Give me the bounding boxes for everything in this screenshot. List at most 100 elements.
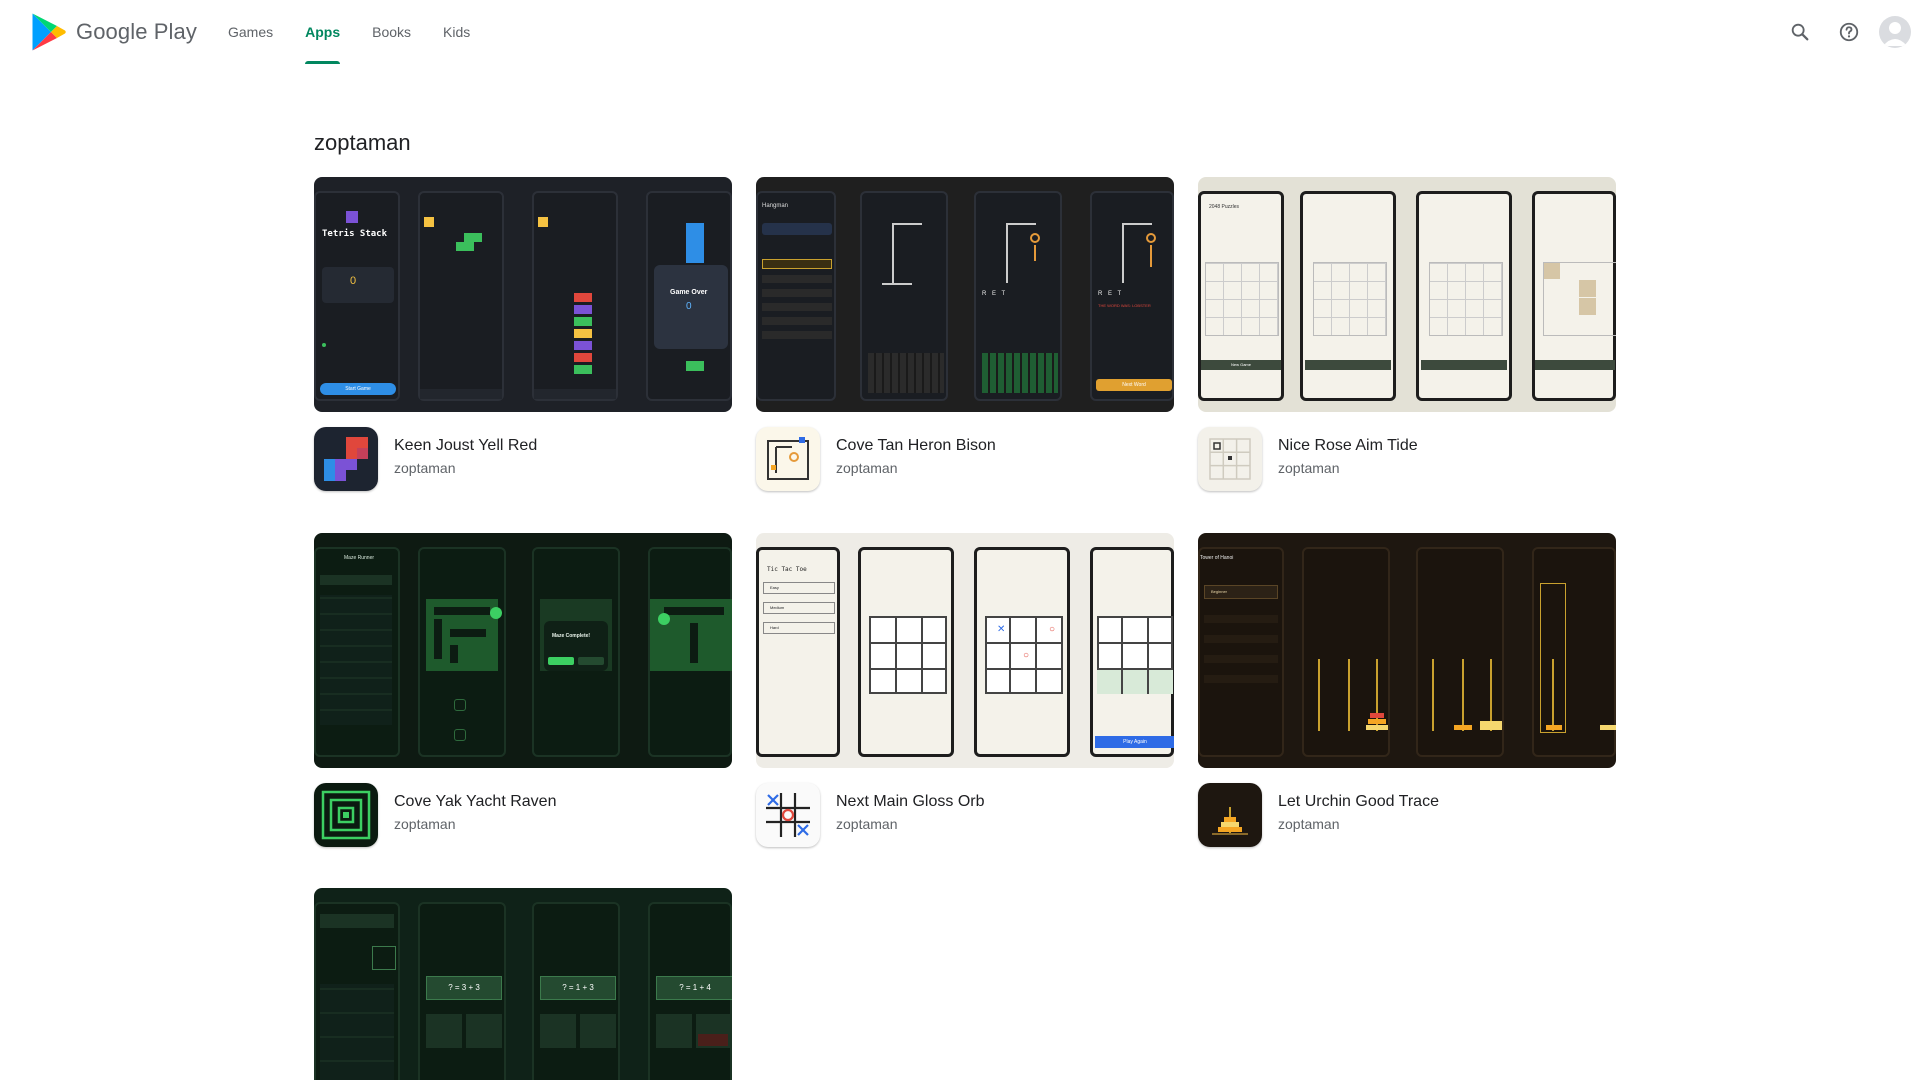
account-avatar[interactable] [1879, 16, 1911, 48]
screenshot-phone [1300, 191, 1396, 401]
app-card[interactable]: 2048 Puzzles New Game Nice Rose Aim Tide… [1198, 177, 1616, 493]
screenshot-phone: R E T THE WORD WAS: LOBSTER Next Word [1090, 191, 1174, 401]
screenshot-phone [858, 547, 954, 757]
top-bar: Google Play Games Apps Books Kids [0, 0, 1920, 64]
screenshot-phone: Maze Complete! [532, 547, 620, 757]
app-info: Next Main Gloss Orb zoptaman [756, 783, 1174, 849]
hanoi-tower-icon [1212, 807, 1248, 835]
screenshot-phone: ? = 1 + 3 [532, 902, 620, 1080]
hanoi-level: Beginner [1204, 585, 1278, 599]
app-icon [314, 427, 378, 491]
screenshot-phone [860, 191, 948, 401]
screenshot-phone [1416, 547, 1504, 757]
play-again-button: Play Again [1095, 736, 1174, 748]
maze-title: Maze Runner [344, 555, 375, 561]
app-banner: Tic Tac Toe Easy Medium Hard ✕ ○ ○ Play … [756, 533, 1174, 768]
app-card[interactable]: Tower of Hanoi Beginner Let Urchin Good … [1198, 533, 1616, 849]
hangman-word: R E T [1098, 291, 1124, 297]
nav-books[interactable]: Books [356, 0, 427, 64]
nav-kids[interactable]: Kids [427, 0, 486, 64]
screenshot-phone [648, 547, 732, 757]
screenshot-phone: Tower of Hanoi Beginner [1198, 547, 1284, 757]
app-title: Keen Joust Yell Red [394, 437, 538, 454]
app-developer: zoptaman [1278, 460, 1340, 476]
ttt-title: Tic Tac Toe [767, 566, 807, 573]
app-icon [756, 783, 820, 847]
next-word-button: Next Word [1096, 379, 1172, 391]
screenshot-phone: ✕ ○ ○ [974, 547, 1070, 757]
app-title: Cove Yak Yacht Raven [394, 793, 557, 810]
math-question: ? = 3 + 3 [426, 976, 502, 1000]
app-card[interactable]: ? = 3 + 3 ? = 1 + 3 ? = 1 + 4 [314, 888, 732, 1080]
app-developer: zoptaman [1278, 816, 1340, 832]
nav-games[interactable]: Games [212, 0, 289, 64]
app-info: Cove Tan Heron Bison zoptaman [756, 427, 1174, 493]
screenshot-phone [314, 902, 400, 1080]
person-icon [1883, 22, 1907, 46]
app-card[interactable]: Tic Tac Toe Easy Medium Hard ✕ ○ ○ Play … [756, 533, 1174, 849]
screenshot-phone: ? = 3 + 3 [418, 902, 506, 1080]
screenshot-phone: Maze Runner [314, 547, 400, 757]
nav-apps[interactable]: Apps [289, 0, 356, 64]
app-title: Cove Tan Heron Bison [836, 437, 996, 454]
screenshot-phone: 2048 Puzzles New Game [1198, 191, 1284, 401]
screenshot-phone: R E T [974, 191, 1062, 401]
screenshot-phone: ? = 1 + 4 [648, 902, 732, 1080]
help-button[interactable] [1833, 16, 1865, 48]
app-banner: Hangman R E T R E T THE WORD WAS: LOBSTE… [756, 177, 1174, 412]
tetris-blocks-icon [324, 437, 368, 481]
search-icon [1791, 23, 1809, 41]
hanoi-title: Tower of Hanoi [1200, 555, 1234, 561]
google-play-logo[interactable]: Google Play [31, 13, 197, 51]
app-icon [314, 783, 378, 847]
new-game-button: New Game [1201, 360, 1281, 370]
hangman-gallows-icon [767, 437, 809, 480]
app-title: Next Main Gloss Orb [836, 793, 985, 810]
app-developer: zoptaman [394, 460, 456, 476]
screenshot-phone [1532, 547, 1616, 757]
grid-puzzle-icon [1209, 438, 1251, 480]
app-banner: 2048 Puzzles New Game [1198, 177, 1616, 412]
app-card[interactable]: Tetris Stack 0 Start Game Game Over 0 Ke… [314, 177, 732, 493]
screenshot-phone [1416, 191, 1512, 401]
app-icon [756, 427, 820, 491]
ttt-easy: Easy [763, 582, 835, 594]
app-title: Nice Rose Aim Tide [1278, 437, 1418, 454]
screenshot-phone: Tic Tac Toe Easy Medium Hard [756, 547, 840, 757]
screenshot-phone: Play Again [1090, 547, 1174, 757]
app-info: Keen Joust Yell Red zoptaman [314, 427, 732, 493]
app-banner: Tetris Stack 0 Start Game Game Over 0 [314, 177, 732, 412]
app-banner: ? = 3 + 3 ? = 1 + 3 ? = 1 + 4 [314, 888, 732, 1080]
app-developer: zoptaman [394, 816, 456, 832]
search-button[interactable] [1784, 16, 1816, 48]
developer-title: zoptaman [314, 130, 411, 155]
screenshot-phone [532, 191, 618, 401]
play-logo-icon [32, 13, 66, 51]
app-icon [1198, 783, 1262, 847]
ttt-medium: Medium [763, 602, 835, 614]
top-nav: Games Apps Books Kids [212, 0, 486, 64]
maze-complete: Maze Complete! [552, 633, 591, 639]
help-icon [1839, 22, 1859, 42]
screenshot-phone: Tetris Stack 0 Start Game [314, 191, 400, 401]
tic-tac-toe-icon [766, 793, 810, 837]
app-card[interactable]: Maze Runner Maze Complete! Cove Yak Yach… [314, 533, 732, 849]
math-question: ? = 1 + 4 [656, 976, 732, 1000]
app-icon [1198, 427, 1262, 491]
ttt-hard: Hard [763, 622, 835, 634]
tetris-start: Start Game [320, 383, 396, 395]
app-info: Let Urchin Good Trace zoptaman [1198, 783, 1616, 849]
puzzle-title: 2048 Puzzles [1209, 204, 1240, 210]
game-over-label: Game Over [670, 289, 708, 296]
screenshot-phone: Game Over 0 [646, 191, 732, 401]
app-banner: Tower of Hanoi Beginner [1198, 533, 1616, 768]
game-over-score: 0 [686, 301, 692, 312]
screenshot-phone [1532, 191, 1616, 401]
tetris-score: 0 [350, 275, 357, 287]
screenshot-phone [1302, 547, 1390, 757]
app-developer: zoptaman [836, 816, 898, 832]
screenshot-phone: Hangman [756, 191, 836, 401]
app-card[interactable]: Hangman R E T R E T THE WORD WAS: LOBSTE… [756, 177, 1174, 493]
hangman-word: R E T [982, 291, 1008, 297]
screenshot-phone [418, 191, 504, 401]
